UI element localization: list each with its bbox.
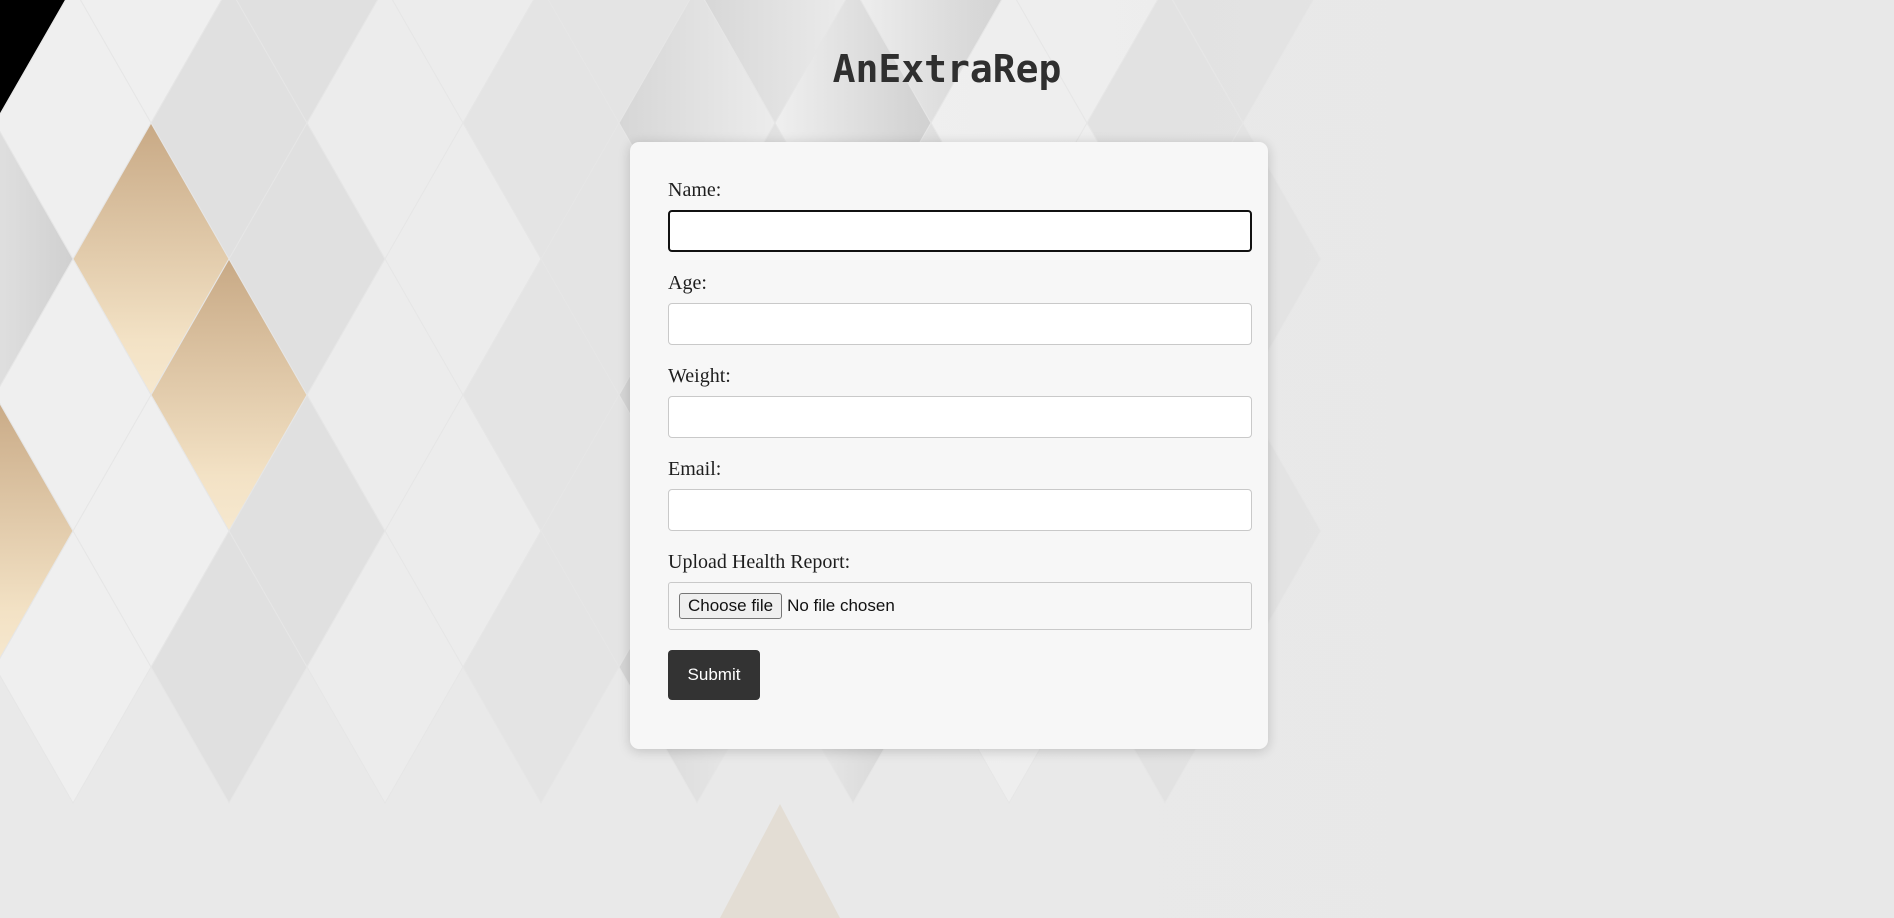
email-label: Email: <box>668 458 722 480</box>
upload-label: Upload Health Report: <box>668 551 851 573</box>
email-input[interactable] <box>668 489 1252 531</box>
weight-label: Weight: <box>668 365 731 387</box>
form-card: Name: Age: Weight: Email: Upload Health … <box>630 142 1268 749</box>
file-status-text: No file chosen <box>787 596 895 615</box>
weight-input[interactable] <box>668 396 1252 438</box>
name-group: Name: <box>668 178 1252 252</box>
choose-file-button[interactable]: Choose file <box>679 593 783 619</box>
email-group: Email: <box>668 457 1252 531</box>
page-title: AnExtraRep <box>832 47 1062 91</box>
name-label: Name: <box>668 179 722 201</box>
age-label: Age: <box>668 272 707 294</box>
weight-group: Weight: <box>668 364 1252 438</box>
file-input[interactable]: Choose file No file chosen <box>668 582 1252 630</box>
upload-group: Upload Health Report: Choose file No fil… <box>668 550 1252 630</box>
submit-button[interactable]: Submit <box>668 650 760 700</box>
age-group: Age: <box>668 271 1252 345</box>
age-input[interactable] <box>668 303 1252 345</box>
name-input[interactable] <box>668 210 1252 252</box>
